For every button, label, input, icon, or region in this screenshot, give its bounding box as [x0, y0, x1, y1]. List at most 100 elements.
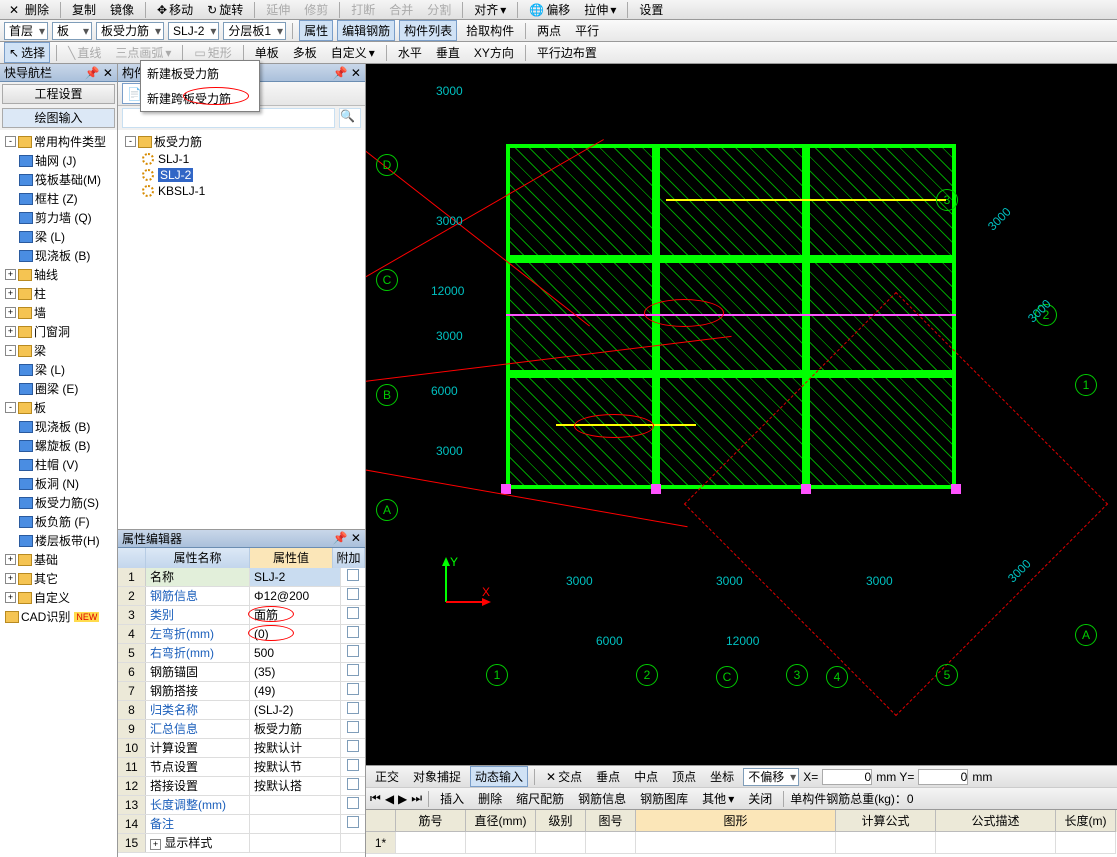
component-combo[interactable]: SLJ-2: [168, 22, 219, 40]
pick-button[interactable]: 拾取构件: [461, 20, 519, 41]
x-input[interactable]: [822, 769, 872, 785]
close-button[interactable]: 关闭: [743, 788, 777, 809]
table-header[interactable]: 计算公式: [836, 810, 936, 832]
tree-item[interactable]: +轴线: [2, 265, 115, 284]
pin-icon[interactable]: 📌 ✕: [85, 66, 113, 80]
property-row[interactable]: 14备注: [118, 815, 365, 834]
tree-item[interactable]: +柱: [2, 284, 115, 303]
merge-button[interactable]: 合并: [384, 0, 418, 20]
pin-icon[interactable]: 📌 ✕: [333, 531, 361, 545]
property-row[interactable]: 12搭接设置按默认搭: [118, 777, 365, 796]
custom-button[interactable]: 自定义 ▾: [326, 42, 380, 63]
tree-item[interactable]: 现浇板 (B): [2, 417, 115, 436]
align-button[interactable]: 对齐 ▾: [469, 0, 511, 20]
y-input[interactable]: [918, 769, 968, 785]
delete-button[interactable]: ✕删除: [4, 0, 54, 20]
snap-top[interactable]: 顶点: [667, 766, 701, 787]
tree-item[interactable]: -板: [2, 398, 115, 417]
parallel-button[interactable]: 平行: [570, 20, 604, 41]
tab-project-settings[interactable]: 工程设置: [2, 84, 115, 104]
property-row[interactable]: 5右弯折(mm)500: [118, 644, 365, 663]
component-tree[interactable]: -板受力筋 SLJ-1SLJ-2KBSLJ-1: [118, 130, 365, 201]
rebar-table[interactable]: 筋号直径(mm)级别图号图形计算公式公式描述长度(m) 1*: [366, 809, 1117, 857]
ortho-toggle[interactable]: 正交: [370, 766, 404, 787]
property-row[interactable]: 2钢筋信息Φ12@200: [118, 587, 365, 606]
rebar-lib-button[interactable]: 钢筋图库: [635, 788, 693, 809]
horiz-button[interactable]: 水平: [393, 42, 427, 63]
subcategory-combo[interactable]: 板受力筋: [96, 22, 164, 40]
tree-item[interactable]: 梁 (L): [2, 360, 115, 379]
component-list-button[interactable]: 构件列表: [399, 20, 457, 41]
tree-item[interactable]: 现浇板 (B): [2, 246, 115, 265]
copy-button[interactable]: 复制: [67, 0, 101, 20]
component-item[interactable]: SLJ-2: [124, 167, 365, 183]
tree-item[interactable]: 圈梁 (E): [2, 379, 115, 398]
trim-button[interactable]: 修剪: [299, 0, 333, 20]
menu-new-slab-rebar[interactable]: 新建板受力筋: [141, 61, 259, 86]
osnap-toggle[interactable]: 对象捕捉: [408, 766, 466, 787]
search-button[interactable]: 🔍: [339, 108, 361, 128]
property-row[interactable]: 1名称SLJ-2: [118, 568, 365, 587]
tree-item[interactable]: 板受力筋(S): [2, 493, 115, 512]
nav-last-icon[interactable]: ⏭: [411, 791, 422, 806]
property-row[interactable]: 10计算设置按默认计: [118, 739, 365, 758]
tree-item[interactable]: +其它: [2, 569, 115, 588]
rotate-button[interactable]: ↻ 旋转: [202, 0, 248, 20]
mirror-button[interactable]: 镜像: [105, 0, 139, 20]
rebar-info-button[interactable]: 钢筋信息: [573, 788, 631, 809]
nav-next-icon[interactable]: ▶: [398, 792, 407, 806]
offset-button[interactable]: 🌐 偏移: [524, 0, 575, 20]
dyn-input-toggle[interactable]: 动态输入: [470, 766, 528, 787]
floor-combo[interactable]: 首层: [4, 22, 48, 40]
property-row[interactable]: 8归类名称(SLJ-2): [118, 701, 365, 720]
extend-button[interactable]: 延伸: [261, 0, 295, 20]
split-button[interactable]: 分割: [422, 0, 456, 20]
select-button[interactable]: ↖ 选择: [4, 42, 50, 63]
component-item[interactable]: KBSLJ-1: [124, 183, 365, 199]
tree-item[interactable]: 梁 (L): [2, 227, 115, 246]
property-row[interactable]: 15+ 显示样式: [118, 834, 365, 853]
tree-item[interactable]: -常用构件类型: [2, 132, 115, 151]
table-header[interactable]: 图形: [636, 810, 836, 832]
nav-prev-icon[interactable]: ◀: [385, 792, 394, 806]
tree-item[interactable]: +墙: [2, 303, 115, 322]
component-item[interactable]: SLJ-1: [124, 151, 365, 167]
tree-item[interactable]: +基础: [2, 550, 115, 569]
vert-button[interactable]: 垂直: [431, 42, 465, 63]
tab-draw-input[interactable]: 绘图输入: [2, 108, 115, 128]
property-row[interactable]: 4左弯折(mm)(0): [118, 625, 365, 644]
xy-button[interactable]: XY方向: [469, 42, 519, 63]
tree-item[interactable]: 轴网 (J): [2, 151, 115, 170]
table-header[interactable]: 图号: [586, 810, 636, 832]
other-button[interactable]: 其他 ▾: [697, 788, 739, 809]
multi-slab-button[interactable]: 多板: [288, 42, 322, 63]
snap-mid[interactable]: 中点: [629, 766, 663, 787]
edit-rebar-button[interactable]: 编辑钢筋: [337, 20, 395, 41]
tree-item[interactable]: CAD识别NEW: [2, 607, 115, 626]
break-button[interactable]: 打断: [346, 0, 380, 20]
table-header[interactable]: 直径(mm): [466, 810, 536, 832]
parallel-side-button[interactable]: 平行边布置: [532, 42, 602, 63]
pin-icon[interactable]: 📌 ✕: [333, 66, 361, 80]
line-button[interactable]: ╲ 直线: [63, 42, 106, 63]
table-header[interactable]: 级别: [536, 810, 586, 832]
nav-tree[interactable]: -常用构件类型轴网 (J)筏板基础(M)框柱 (Z)剪力墙 (Q)梁 (L)现浇…: [0, 130, 117, 857]
category-combo[interactable]: 板: [52, 22, 92, 40]
tree-item[interactable]: +门窗洞: [2, 322, 115, 341]
property-button[interactable]: 属性: [299, 20, 333, 41]
tree-item[interactable]: 剪力墙 (Q): [2, 208, 115, 227]
table-header[interactable]: 筋号: [396, 810, 466, 832]
two-point-button[interactable]: 两点: [532, 20, 566, 41]
tree-item[interactable]: -梁: [2, 341, 115, 360]
property-row[interactable]: 7钢筋搭接(49): [118, 682, 365, 701]
tree-item[interactable]: 板负筋 (F): [2, 512, 115, 531]
property-row[interactable]: 3类别面筋: [118, 606, 365, 625]
move-button[interactable]: ✥ 移动: [152, 0, 198, 20]
offset-combo[interactable]: 不偏移: [743, 768, 799, 786]
tree-item[interactable]: 螺旋板 (B): [2, 436, 115, 455]
stretch-button[interactable]: 拉伸 ▾: [579, 0, 621, 20]
tree-item[interactable]: 板洞 (N): [2, 474, 115, 493]
insert-row-button[interactable]: 插入: [435, 788, 469, 809]
snap-perp[interactable]: 垂点: [591, 766, 625, 787]
property-row[interactable]: 9汇总信息板受力筋: [118, 720, 365, 739]
